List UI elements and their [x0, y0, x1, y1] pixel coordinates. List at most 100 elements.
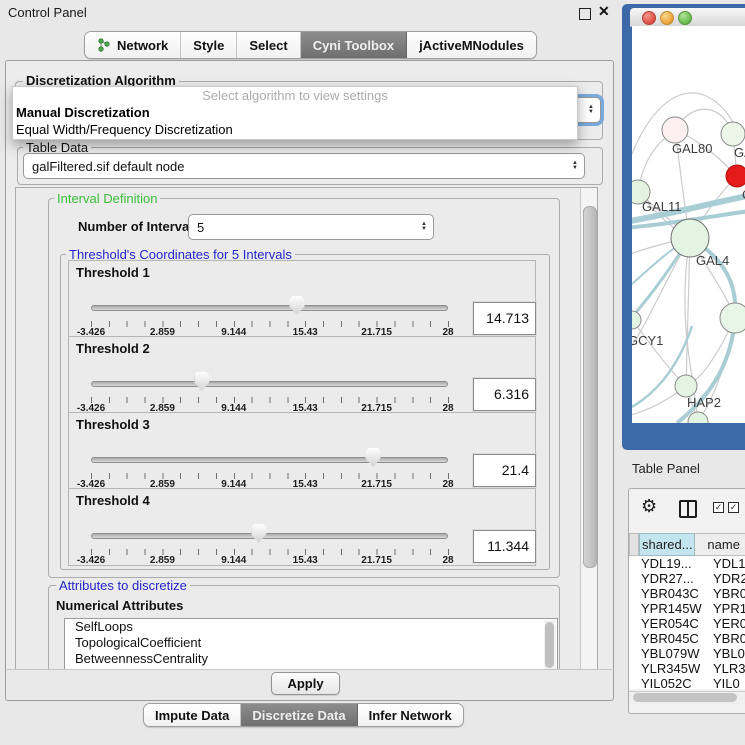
node-label: GAL80 — [672, 141, 712, 156]
column-header-shared-name[interactable]: shared... — [639, 533, 695, 556]
node-label: GA — [734, 145, 745, 160]
interval-definition-label: Interval Definition — [54, 191, 160, 206]
list-item[interactable]: BetweennessCentrality — [65, 651, 557, 667]
panel-scrollbar-thumb[interactable] — [583, 206, 597, 568]
slider-scale: -3.426 2.859 9.144 15.43 21.715 28 — [91, 555, 448, 565]
apply-button[interactable]: Apply — [271, 672, 340, 695]
gear-icon[interactable]: ⚙ — [641, 497, 657, 515]
combo-arrows-icon: ▲▼ — [572, 161, 578, 171]
slider-track — [91, 381, 448, 387]
threshold-4-panel: Threshold 4 -3.426 2.859 9.144 15.43 21.… — [68, 488, 536, 566]
network-window-titlebar[interactable] — [630, 8, 745, 27]
node-h[interactable] — [720, 303, 745, 333]
table-body[interactable]: YDL19...YDL1 YDR27...YDR2 YBR043CYBR0 YP… — [629, 556, 745, 689]
float-window-icon[interactable] — [579, 8, 591, 20]
threshold-4-value[interactable]: 11.344 — [473, 530, 536, 563]
table-data-combobox[interactable]: galFiltered.sif default node ▲▼ — [23, 153, 585, 179]
table-row[interactable]: YDL19...YDL1 — [629, 556, 745, 571]
table-row[interactable]: YPR145WYPR1 — [629, 601, 745, 616]
table-row[interactable]: YBR045CYBR0 — [629, 631, 745, 646]
node-label: GAL11 — [642, 199, 682, 214]
node-gal80[interactable] — [662, 117, 688, 143]
dropdown-hint: Select algorithm to view settings — [13, 87, 577, 104]
list-scrollbar[interactable] — [544, 620, 556, 671]
tab-infer-network[interactable]: Infer Network — [358, 704, 463, 726]
column-header-name[interactable]: name — [695, 533, 745, 556]
threshold-2-panel: Threshold 2 -3.426 2.859 9.144 15.43 21.… — [68, 336, 536, 414]
node-red[interactable] — [726, 165, 745, 187]
bottom-tabbar: Impute Data Discretize Data Infer Networ… — [143, 703, 464, 727]
node-gcy1[interactable] — [632, 311, 641, 329]
tab-impute-data[interactable]: Impute Data — [144, 704, 241, 726]
combo-arrows-icon: ▲▼ — [588, 105, 594, 115]
tab-select[interactable]: Select — [237, 32, 300, 58]
threshold-4-slider[interactable] — [91, 523, 448, 547]
node-label: HAP2 — [687, 395, 721, 410]
column-layout-icon[interactable] — [679, 500, 697, 518]
node-bottom[interactable] — [688, 412, 708, 423]
close-traffic-light-icon[interactable] — [642, 11, 656, 25]
attributes-group-label: Attributes to discretize — [56, 578, 190, 593]
number-of-intervals-combobox[interactable]: 5 ▲▼ — [188, 214, 434, 240]
horizontal-scrollbar[interactable] — [629, 691, 745, 704]
zoom-traffic-light-icon[interactable] — [678, 11, 692, 25]
cyni-toolbox-panel: Discretization Algorithm ▲▼ Table Data g… — [5, 60, 614, 701]
control-panel-tabbar: Network Style Select Cyni Toolbox jActiv… — [84, 31, 537, 59]
threshold-3-panel: Threshold 3 -3.426 2.859 9.144 15.43 21.… — [68, 412, 536, 490]
list-item[interactable]: TopologicalCoefficient — [65, 635, 557, 651]
slider-thumb[interactable] — [289, 296, 304, 315]
dropdown-option-equal-width[interactable]: Equal Width/Frequency Discretization — [13, 121, 577, 138]
tab-network-label: Network — [117, 38, 168, 53]
table-panel-title: Table Panel — [632, 461, 700, 476]
panel-scrollbar[interactable] — [580, 188, 597, 670]
table-panel: ⚙ ✓ ✓ shared... name YDL19...YDL1 YDR27.… — [628, 488, 745, 714]
close-icon[interactable]: ✕ — [598, 3, 610, 20]
tab-cyni-toolbox[interactable]: Cyni Toolbox — [301, 32, 407, 58]
horizontal-scrollbar-thumb[interactable] — [633, 693, 737, 702]
numerical-attributes-label: Numerical Attributes — [56, 598, 183, 613]
threshold-1-value[interactable]: 14.713 — [473, 302, 536, 335]
slider-track — [91, 305, 448, 311]
threshold-3-slider[interactable] — [91, 447, 448, 471]
algorithm-dropdown-popup: Select algorithm to view settings Manual… — [12, 86, 578, 140]
table-row[interactable]: YLR345WYLR3 — [629, 661, 745, 676]
control-panel-title: Control Panel — [8, 5, 87, 20]
screenshot-root: Control Panel ✕ Network Style Select Cyn… — [0, 0, 745, 745]
tab-network[interactable]: Network — [85, 32, 181, 58]
table-row[interactable]: YBR043CYBR0 — [629, 586, 745, 601]
node-label: GCY1 — [632, 333, 663, 348]
network-view-window: GAL80 GA C GAL11 GAL4 GCY1 H HAP2 — [622, 4, 745, 450]
checkbox-icon[interactable]: ✓ — [728, 502, 739, 513]
number-of-intervals-label: Number of Intervals — [78, 219, 200, 234]
node-hap2[interactable] — [675, 375, 697, 397]
threshold-2-value[interactable]: 6.316 — [473, 378, 536, 411]
slider-thumb[interactable] — [366, 448, 381, 467]
threshold-3-value[interactable]: 21.4 — [473, 454, 536, 487]
table-row[interactable]: YDR27...YDR2 — [629, 571, 745, 586]
threshold-1-panel: Threshold 1 -3.426 2.859 9.144 15.43 21.… — [68, 260, 536, 338]
checkbox-icon[interactable]: ✓ — [713, 502, 724, 513]
threshold-1-slider[interactable] — [91, 295, 448, 319]
list-item[interactable]: SelfLoops — [65, 619, 557, 635]
table-row[interactable]: YER054CYER0 — [629, 616, 745, 631]
node-gal4[interactable] — [671, 219, 709, 257]
tab-discretize-data[interactable]: Discretize Data — [241, 704, 357, 726]
network-canvas[interactable]: GAL80 GA C GAL11 GAL4 GCY1 H HAP2 — [632, 26, 745, 423]
network-graph: GAL80 GA C GAL11 GAL4 GCY1 H HAP2 — [632, 26, 745, 423]
combo-arrows-icon: ▲▼ — [421, 222, 427, 232]
tab-style[interactable]: Style — [181, 32, 237, 58]
slider-thumb[interactable] — [251, 524, 266, 543]
settings-viewport: Interval Definition Number of Intervals … — [15, 187, 598, 671]
row-gutter — [629, 533, 639, 556]
table-row[interactable]: YBL079WYBL0 — [629, 646, 745, 661]
table-header-row: shared... name — [629, 533, 745, 556]
minimize-traffic-light-icon[interactable] — [660, 11, 674, 25]
threshold-2-slider[interactable] — [91, 371, 448, 395]
dropdown-option-manual-discretization[interactable]: Manual Discretization — [13, 104, 577, 121]
node-top-right[interactable] — [721, 122, 745, 146]
slider-thumb[interactable] — [194, 372, 209, 391]
tab-jactivemnodules[interactable]: jActiveMNodules — [407, 32, 536, 58]
table-row[interactable]: YIL052CYIL0 — [629, 676, 745, 689]
numerical-attributes-list[interactable]: SelfLoops TopologicalCoefficient Between… — [64, 618, 558, 671]
node-label: GAL4 — [696, 253, 729, 268]
